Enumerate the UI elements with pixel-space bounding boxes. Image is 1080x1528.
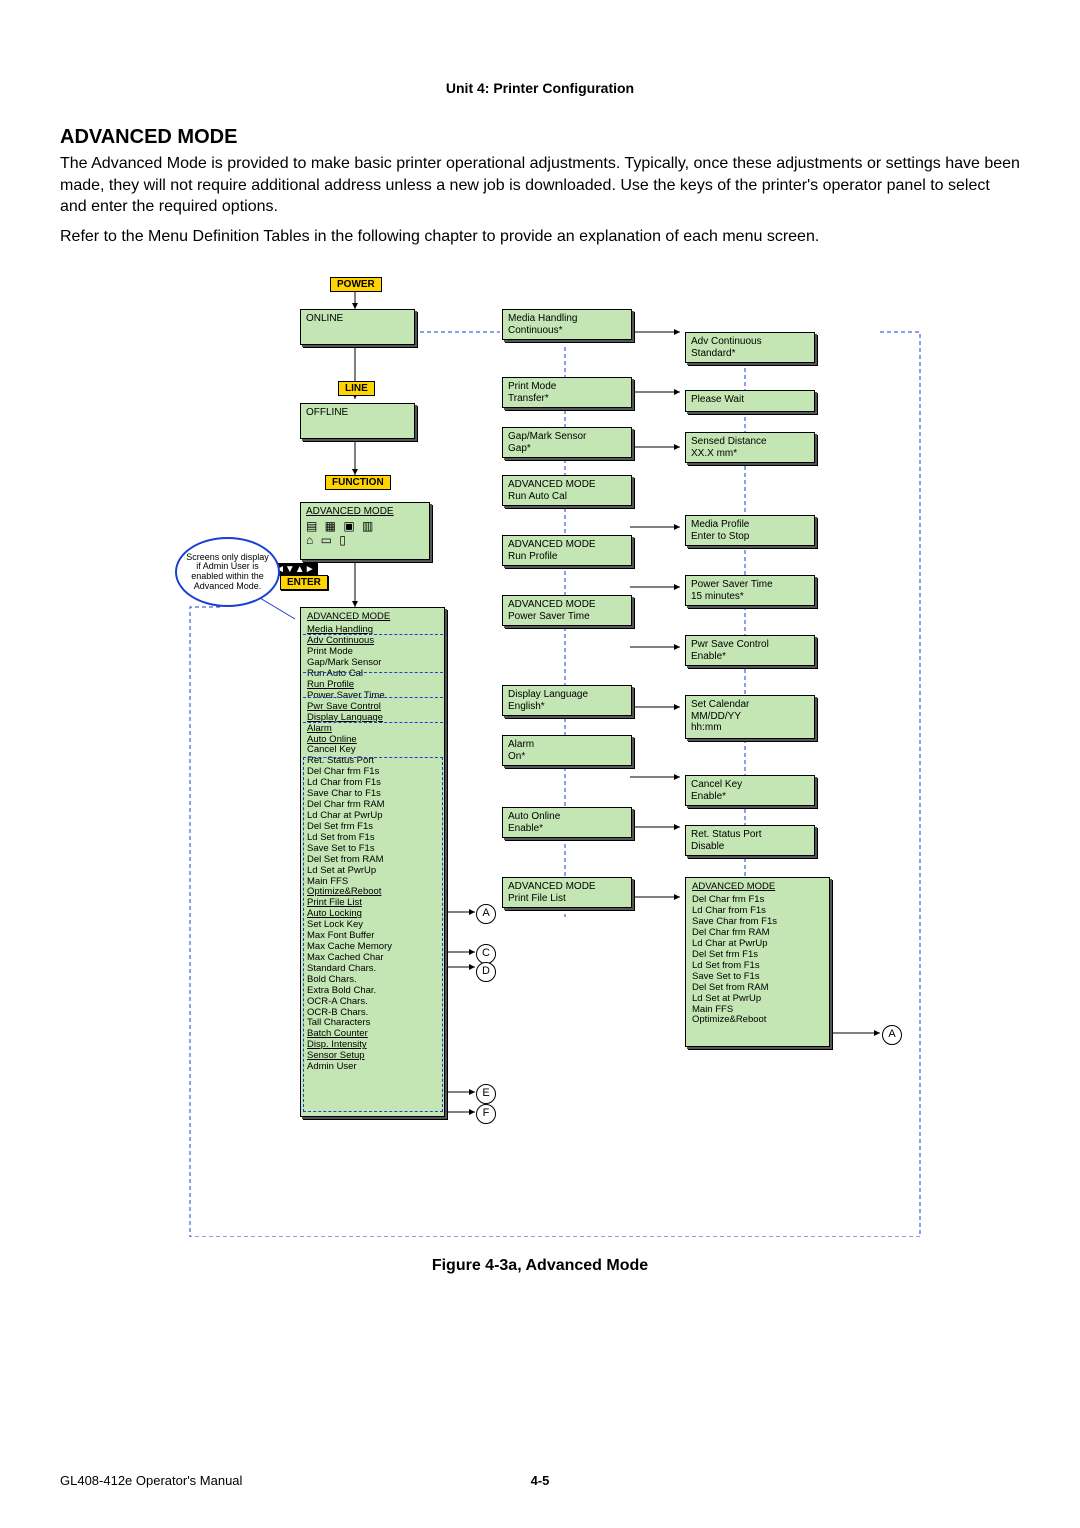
figure: POWER ONLINE LINE OFFLINE FUNCTION ADVAN… (120, 277, 960, 1237)
advanced-mode-list-right: ADVANCED MODE Del Char frm F1sLd Char fr… (685, 877, 830, 1047)
adv-mode-list-right-header: ADVANCED MODE (692, 882, 823, 893)
set-calendar-box: Set Calendar MM/DD/YY hh:mm (685, 695, 815, 739)
power-saver-time-box: Power Saver Time 15 minutes* (685, 575, 815, 606)
advanced-mode-icon-box: ADVANCED MODE ▤ ▦ ▣ ▥⌂ ▭ ▯ (300, 502, 430, 560)
menu-item: Alarm (307, 724, 438, 735)
line-label: LINE (338, 381, 375, 396)
offline-box: OFFLINE (300, 403, 415, 439)
print-file-list-box: ADVANCED MODE Print File List (502, 877, 632, 908)
cancel-key-box: Cancel Key Enable* (685, 775, 815, 806)
admin-screens-dash (303, 757, 443, 1112)
circle-f: F (476, 1104, 496, 1124)
dash-sep-4 (303, 722, 443, 723)
pwr-save-control-box: Pwr Save Control Enable* (685, 635, 815, 666)
dash-sep-3 (303, 697, 443, 698)
online-box: ONLINE (300, 309, 415, 345)
section-title: ADVANCED MODE (60, 126, 1020, 149)
alarm-box: Alarm On* (502, 735, 632, 766)
run-auto-cal-box: ADVANCED MODE Run Auto Cal (502, 475, 632, 506)
footer: GL408-412e Operator's Manual 4-5 (60, 1473, 1020, 1488)
unit-header: Unit 4: Printer Configuration (60, 80, 1020, 96)
online-text: ONLINE (306, 313, 409, 325)
please-wait-box: Please Wait (685, 390, 815, 412)
circle-d: D (476, 962, 496, 982)
media-profile-box: Media Profile Enter to Stop (685, 515, 815, 546)
note-oval: Screens only display if Admin User is en… (175, 537, 280, 607)
display-language-box: Display Language English* (502, 685, 632, 716)
para-1: The Advanced Mode is provided to make ba… (60, 153, 1020, 218)
media-handling-box: Media Handling Continuous* (502, 309, 632, 340)
dash-sep-1 (303, 634, 443, 635)
auto-online-box: Auto Online Enable* (502, 807, 632, 838)
adv-mode-list-header: ADVANCED MODE (307, 612, 438, 623)
print-mode-box: Print Mode Transfer* (502, 377, 632, 408)
menu-item: Ld Set at PwrUp (692, 994, 823, 1005)
page-number: 4-5 (531, 1473, 550, 1488)
page: Unit 4: Printer Configuration ADVANCED M… (0, 0, 1080, 1528)
function-label: FUNCTION (325, 475, 391, 490)
figure-caption: Figure 4-3a, Advanced Mode (60, 1257, 1020, 1275)
circle-a-left: A (476, 904, 496, 924)
sensed-distance-box: Sensed Distance XX.X mm* (685, 432, 815, 463)
adv-mode-hdr: ADVANCED MODE (306, 506, 424, 518)
menu-item: Optimize&Reboot (692, 1015, 823, 1026)
enter-button[interactable]: ENTER (280, 575, 328, 590)
menu-item: Del Set from RAM (692, 983, 823, 994)
footer-left: GL408-412e Operator's Manual (60, 1473, 242, 1488)
circle-e: E (476, 1084, 496, 1104)
para-2: Refer to the Menu Definition Tables in t… (60, 226, 1020, 248)
ret-status-port-box: Ret. Status Port Disable (685, 825, 815, 856)
offline-text: OFFLINE (306, 407, 409, 419)
circle-a-right: A (882, 1025, 902, 1045)
run-profile-box: ADVANCED MODE Run Profile (502, 535, 632, 566)
gap-mark-box: Gap/Mark Sensor Gap* (502, 427, 632, 458)
power-label: POWER (330, 277, 382, 292)
circle-c: C (476, 944, 496, 964)
adv-continuous-box: Adv Continuous Standard* (685, 332, 815, 363)
icon-grid: ▤ ▦ ▣ ▥⌂ ▭ ▯ (306, 520, 424, 548)
power-saver-adv-box: ADVANCED MODE Power Saver Time (502, 595, 632, 626)
dash-sep-2 (303, 672, 443, 673)
